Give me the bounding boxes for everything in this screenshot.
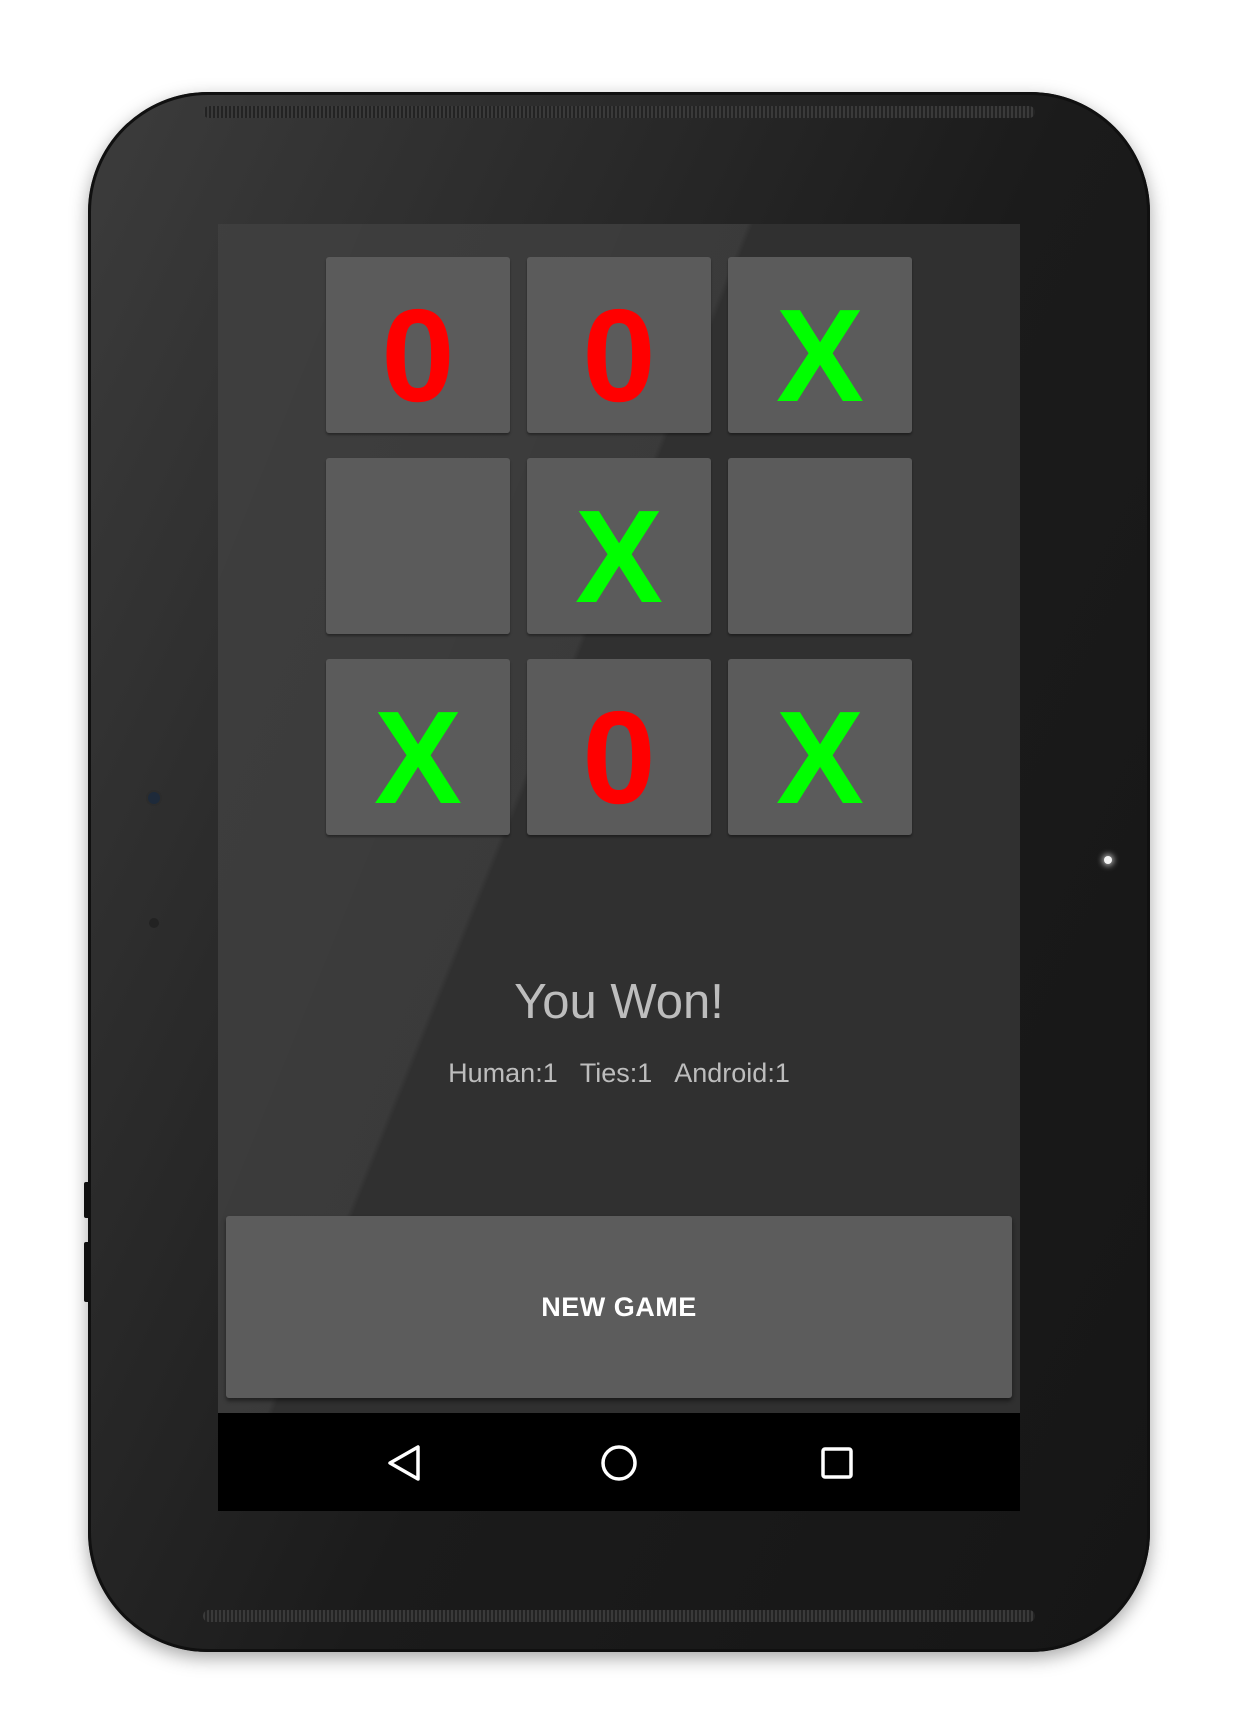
- board-cell-8[interactable]: X: [728, 659, 912, 835]
- score-summary: Human:1 Ties:1 Android:1: [218, 1058, 1020, 1089]
- light-sensor: [149, 918, 159, 928]
- board-cell-0[interactable]: 0: [326, 257, 510, 433]
- power-button: [84, 1182, 90, 1218]
- board-cell-7[interactable]: 0: [527, 659, 711, 835]
- recents-square-icon[interactable]: [809, 1435, 865, 1491]
- cell-mark: X: [574, 483, 664, 630]
- app-screen: 0 0 X X X 0 X You Won! Human:1 Ties:1 An…: [218, 224, 1020, 1511]
- board-cell-5[interactable]: [728, 458, 912, 634]
- volume-button: [84, 1242, 90, 1302]
- top-speaker-grille: [203, 106, 1035, 118]
- game-board: 0 0 X X X 0 X: [326, 257, 912, 839]
- ties-score: Ties:1: [579, 1058, 653, 1088]
- cell-mark: 0: [381, 282, 455, 429]
- cell-mark: X: [775, 684, 865, 831]
- human-score: Human:1: [448, 1058, 558, 1088]
- cell-mark: X: [373, 684, 463, 831]
- new-game-button[interactable]: NEW GAME: [226, 1216, 1012, 1398]
- android-score: Android:1: [674, 1058, 790, 1088]
- cell-mark: X: [775, 282, 865, 429]
- board-cell-6[interactable]: X: [326, 659, 510, 835]
- cell-mark: 0: [582, 282, 656, 429]
- bottom-speaker-grille: [203, 1610, 1035, 1622]
- board-cell-2[interactable]: X: [728, 257, 912, 433]
- board-cell-3[interactable]: [326, 458, 510, 634]
- front-camera: [148, 792, 160, 804]
- board-cell-1[interactable]: 0: [527, 257, 711, 433]
- back-triangle-icon[interactable]: [377, 1435, 433, 1491]
- system-navigation-bar: [218, 1413, 1020, 1511]
- cell-mark: 0: [582, 684, 656, 831]
- home-circle-icon[interactable]: [591, 1435, 647, 1491]
- board-cell-4[interactable]: X: [527, 458, 711, 634]
- game-status-message: You Won!: [514, 975, 724, 1029]
- notification-led: [1104, 856, 1112, 864]
